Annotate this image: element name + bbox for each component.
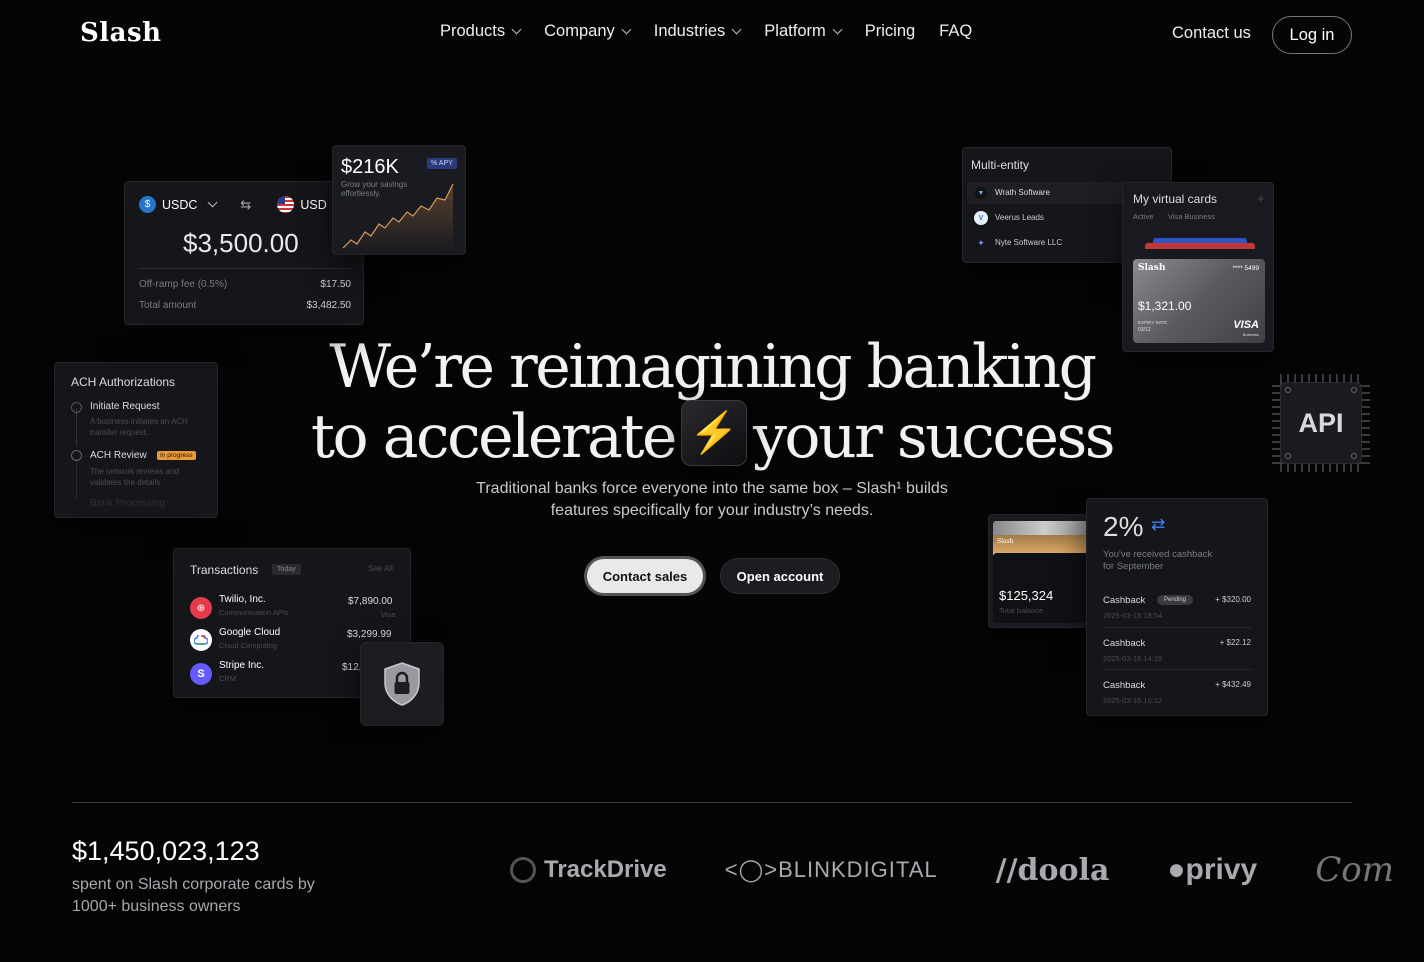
entity-logo-icon: V: [974, 211, 988, 225]
entity-item[interactable]: Nyte Software LLC: [995, 238, 1062, 247]
nav-company[interactable]: Company: [544, 22, 632, 41]
virtual-cards-title: My virtual cards: [1133, 192, 1218, 206]
txn-amount: $12,: [342, 662, 362, 673]
txn-name[interactable]: Google Cloud: [219, 627, 280, 638]
entity-logo-icon: ✦: [977, 237, 985, 248]
pending-badge: Pending: [1157, 595, 1194, 605]
contact-sales-button[interactable]: Contact sales: [587, 559, 703, 593]
entity-item[interactable]: Wrath Software: [995, 188, 1050, 197]
nav-products[interactable]: Products: [440, 22, 522, 41]
chevron-down-icon: [511, 24, 522, 35]
cashback-date: 2025-03-15 18:54: [1103, 611, 1163, 620]
cashback-label: Cashback: [1103, 595, 1146, 606]
nav-pricing[interactable]: Pricing: [865, 22, 915, 41]
cashback-date: 2025-03-15 10:12: [1103, 696, 1163, 705]
nav-industries[interactable]: Industries: [654, 22, 742, 41]
chevron-down-icon[interactable]: [207, 197, 218, 208]
nav-platform[interactable]: Platform: [764, 22, 843, 41]
convert-card: $ USDC ⇆ USD $3,500.00 Off-ramp fee (0.5…: [124, 181, 364, 325]
card-last4: **** 5499: [1232, 265, 1259, 272]
transactions-title: Transactions: [190, 563, 259, 577]
wallet-balance: $125,324: [999, 588, 1054, 603]
to-currency[interactable]: USD: [300, 198, 326, 212]
swap-icon[interactable]: ⇆: [240, 197, 251, 213]
cashback-card: 2% ⇄ You've received cashback for Septem…: [1086, 498, 1268, 716]
customer-logos: TrackDrive <◯>BLINKDIGITAL //doola ●priv…: [510, 850, 1394, 890]
today-badge: Today: [272, 564, 301, 575]
wallet-card: Slash $125,324 Total balance: [988, 514, 1098, 628]
apy-badge: % APY: [427, 158, 457, 169]
card-status: Active: [1133, 212, 1154, 221]
cashback-label: Cashback: [1103, 638, 1146, 649]
wallet-balance-label: Total balance: [999, 606, 1044, 615]
stat-amount: $1,450,023,123: [72, 836, 260, 866]
nav-faq[interactable]: FAQ: [939, 22, 972, 41]
privy-logo: ●privy: [1167, 853, 1258, 886]
cashback-label: Cashback: [1103, 680, 1146, 691]
fee-value: $17.50: [320, 279, 351, 290]
cashback-text: for September: [1103, 561, 1164, 572]
stat-caption: spent on Slash corporate cards by 1000+ …: [72, 876, 315, 915]
txn-amount: $3,299.99: [347, 629, 392, 640]
cashback-amount: + $320.00: [1215, 595, 1251, 604]
slash-logo[interactable]: Slash: [80, 18, 162, 48]
google-cloud-icon: [190, 629, 212, 651]
usdc-icon: $: [139, 196, 156, 213]
hero-subtitle: Traditional banks force everyone into th…: [476, 480, 948, 519]
shield-lock-icon: [384, 662, 420, 706]
visa-logo: VISA: [1233, 319, 1259, 331]
multi-entity-title: Multi-entity: [971, 158, 1030, 172]
card-type: Visa Business: [1168, 212, 1215, 221]
txn-amount: $7,890.00: [348, 596, 393, 607]
virtual-card[interactable]: Slash **** 5499 $1,321.00 EXPIRY DATE 03…: [1133, 259, 1265, 343]
txn-cat: CRM: [219, 674, 237, 683]
add-card-icon[interactable]: +: [1257, 191, 1265, 206]
txn-name[interactable]: Stripe Inc.: [219, 660, 264, 671]
twilio-icon: ⊕: [190, 597, 212, 619]
chevron-down-icon: [832, 24, 843, 35]
card-balance: $1,321.00: [1138, 299, 1192, 313]
total-label: Total amount: [139, 300, 197, 311]
us-flag-icon: [277, 196, 295, 213]
cashback-amount: + $22.12: [1219, 638, 1251, 647]
chevron-down-icon: [731, 24, 742, 35]
entity-item[interactable]: Veerus Leads: [995, 213, 1044, 222]
savings-card: $216K % APY Grow your savings effortless…: [332, 145, 466, 255]
trackdrive-logo: TrackDrive: [510, 856, 667, 884]
cashback-text: You've received cashback: [1103, 549, 1213, 560]
security-tile: [360, 642, 444, 726]
main-nav: Products Company Industries Platform Pri…: [440, 22, 972, 41]
login-button[interactable]: Log in: [1272, 16, 1352, 54]
chevron-down-icon: [621, 24, 632, 35]
fee-label: Off-ramp fee (0.5%): [139, 279, 228, 290]
txn-method: Visa: [381, 610, 396, 619]
savings-chart: [342, 183, 454, 252]
txn-cat: Communication APIs: [219, 608, 289, 617]
expiry-label: EXPIRY DATE: [1138, 320, 1168, 325]
convert-amount: $3,500.00: [183, 228, 299, 258]
hero-title-line1: We’re reimagining banking: [329, 332, 1097, 402]
contact-us-link[interactable]: Contact us: [1172, 24, 1251, 43]
savings-amount: $216K: [341, 156, 399, 178]
section-divider: [72, 802, 1352, 803]
blinkdigital-logo: <◯>BLINKDIGITAL: [724, 857, 938, 882]
cashback-date: 2025-03-15 14:28: [1103, 654, 1163, 663]
cashback-amount: + $432.49: [1215, 680, 1251, 689]
see-all-link[interactable]: See All: [368, 564, 393, 573]
hero-title-line2: to accelerate ⚡ your success: [310, 400, 1116, 472]
txn-cat: Cloud Computing: [219, 641, 277, 650]
entity-logo-icon: ▼: [975, 187, 987, 199]
virtual-cards-panel: My virtual cards + Active Visa Business …: [1122, 182, 1274, 352]
partner-logo: Com: [1315, 850, 1394, 890]
stripe-icon: S: [190, 663, 212, 685]
card-brand: Slash: [1138, 263, 1166, 273]
from-currency[interactable]: USDC: [162, 198, 197, 212]
lightning-icon: ⚡: [680, 400, 747, 467]
total-value: $3,482.50: [306, 300, 352, 311]
doola-logo: //doola: [995, 852, 1110, 888]
open-account-button[interactable]: Open account: [720, 558, 840, 594]
txn-name[interactable]: Twilio, Inc.: [219, 594, 266, 605]
